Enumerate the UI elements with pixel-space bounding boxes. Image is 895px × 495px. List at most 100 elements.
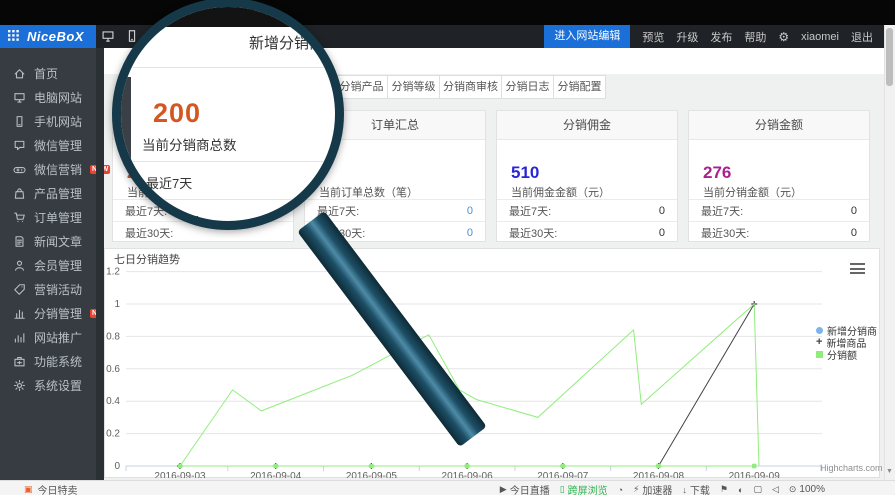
home-icon	[13, 67, 26, 80]
sidebar-item-13[interactable]: 系统设置	[0, 373, 96, 397]
statusbar-right-items: ▶今日直播 ▯跨屏浏览 ◔ ⚡加速器 ↓下载 ⚑ ◐ ▢ ◁ ⊙100%	[500, 482, 825, 495]
sidebar-item-10[interactable]: 分销管理NEW	[0, 301, 96, 325]
tab-2[interactable]: 分销商审核	[439, 75, 502, 99]
lens-magnified-navbar	[112, 7, 344, 27]
sidebar-item-9[interactable]: 营销活动	[0, 277, 96, 301]
product-bag-icon	[13, 187, 26, 200]
card-row-value: 0	[659, 227, 665, 239]
lens-caption: 当前分销商总数	[142, 134, 237, 154]
sidebar-item-8[interactable]: 会员管理	[0, 253, 96, 277]
lens-divider	[133, 199, 344, 200]
legend-item-2[interactable]: 分销额	[816, 347, 857, 362]
tab-4[interactable]: 分销配置	[553, 75, 606, 99]
card-row: 最近7天:0	[497, 199, 677, 221]
chart-context-menu-icon[interactable]	[850, 263, 865, 274]
sidebar-item-2[interactable]: 手机网站	[0, 109, 96, 133]
gamepad-icon	[13, 163, 26, 176]
statusbar-今日直播[interactable]: ▶今日直播	[500, 482, 550, 495]
lens-panel-title: 新增分销商	[249, 32, 324, 53]
statusbar-加速器[interactable]: ⚡加速器	[633, 482, 672, 495]
x-axis-label: 2016-09-06	[442, 471, 494, 478]
sidebar-item-7[interactable]: 新闻文章	[0, 229, 96, 253]
lens-row1-label: 最近7天	[146, 173, 192, 192]
trend-line-chart: 00.20.40.60.811.22016-09-032016-09-04201…	[104, 248, 880, 478]
sidebar-item-6[interactable]: 订单管理	[0, 205, 96, 229]
card-number: 276	[703, 163, 731, 183]
phone-icon	[13, 115, 26, 128]
logo-block[interactable]: NiceBoX	[0, 25, 96, 48]
topbar-link-0[interactable]: 预览	[642, 29, 664, 45]
logo-text: NiceBoX	[27, 29, 84, 44]
navbar-actions: 进入网站编辑预览升级发布帮助 ⚙ xiaomei 退出	[544, 25, 873, 48]
card-row-label: 最近7天:	[701, 203, 743, 219]
page-scrollbar[interactable]	[884, 25, 895, 480]
sidebar-item-3[interactable]: 微信管理	[0, 133, 96, 157]
highcharts-credit[interactable]: Highcharts.com	[820, 463, 878, 473]
sidebar-item-0[interactable]: 首页	[0, 61, 96, 85]
card-caption: 当前分销金额（元）	[703, 184, 802, 200]
card-row-value: 0	[467, 227, 473, 239]
topbar-link-3[interactable]: 帮助	[744, 29, 766, 45]
tab-0[interactable]: 分销产品	[335, 75, 388, 99]
grid-menu-icon[interactable]	[8, 30, 21, 43]
sidebar: 首页电脑网站手机网站微信管理微信营销NEW产品管理订单管理新闻文章会员管理营销活…	[0, 48, 96, 480]
pc-view-icon[interactable]	[101, 29, 115, 48]
statusbar-window[interactable]: ▢	[753, 484, 762, 495]
enter-site-edit-button[interactable]: 进入网站编辑	[544, 25, 630, 48]
card-number: 510	[511, 163, 539, 183]
statusbar-sale-item[interactable]: ▣ 今日特卖	[24, 482, 78, 495]
zoom-magnifier-icon: ⊙	[789, 484, 797, 495]
lens-divider	[133, 161, 344, 162]
statusbar-dashboard[interactable]: ◔	[618, 485, 623, 495]
statusbar-100%[interactable]: ⊙100%	[789, 484, 825, 495]
svg-text:0.6: 0.6	[106, 364, 120, 375]
sidebar-item-11[interactable]: 网站推广	[0, 325, 96, 349]
card-row-label: 最近30天:	[509, 225, 557, 241]
card-row-label: 最近7天:	[509, 203, 551, 219]
statusbar-flag[interactable]: ⚑	[720, 484, 728, 495]
member-person-icon	[13, 259, 26, 272]
scrollbar-thumb[interactable]	[886, 28, 893, 86]
wechat-icon	[13, 139, 26, 152]
x-axis-label: 2016-09-08	[633, 471, 685, 478]
function-case-icon	[13, 355, 26, 368]
promotion-bars-icon	[13, 331, 26, 344]
tab-1[interactable]: 分销等级	[387, 75, 440, 99]
sidebar-edge-column	[96, 48, 104, 480]
x-axis-label: 2016-09-07	[537, 471, 589, 478]
card-caption: 当前佣金金额（元）	[511, 184, 610, 200]
svg-text:0: 0	[114, 461, 120, 472]
logout-button[interactable]: 退出	[851, 29, 873, 45]
app-window: NiceBoX 进入网站编辑预览升级发布帮助 ⚙ xiaomei 退出 首页电脑网站手…	[0, 0, 895, 495]
tab-3[interactable]: 分销日志	[501, 75, 554, 99]
sidebar-item-12[interactable]: 功能系统	[0, 349, 96, 373]
card-row-label: 最近30天:	[125, 225, 173, 241]
statusbar-label: 下载	[690, 482, 710, 495]
lens-big-number: 200	[153, 98, 201, 129]
statusbar-下载[interactable]: ↓下载	[682, 482, 710, 495]
sale-gift-icon: ▣	[24, 484, 33, 495]
sidebar-item-5[interactable]: 产品管理	[0, 181, 96, 205]
username[interactable]: xiaomei	[801, 31, 839, 43]
order-cart-icon	[13, 211, 26, 224]
flag-icon: ⚑	[720, 484, 728, 495]
sidebar-item-4[interactable]: 微信营销NEW	[0, 157, 96, 181]
dashboard-icon: ◔	[618, 485, 623, 495]
lens-divider	[133, 67, 344, 68]
statusbar-跨屏浏览[interactable]: ▯跨屏浏览	[560, 482, 608, 495]
sale-label: 今日特卖	[38, 482, 78, 495]
topbar-link-1[interactable]: 升级	[676, 29, 698, 45]
x-axis-label: 2016-09-09	[729, 471, 781, 478]
statusbar-label: 今日直播	[510, 482, 550, 495]
card-title: 分销金额	[689, 111, 869, 140]
card-row: 最近7天:0	[305, 199, 485, 221]
scrollbar-down-arrow[interactable]: ▼	[886, 468, 893, 475]
statusbar-browser[interactable]: ◐	[738, 485, 743, 495]
x-axis-label: 2016-09-04	[250, 471, 302, 478]
phone-screen-icon: ▯	[560, 484, 565, 495]
topbar-link-2[interactable]: 发布	[710, 29, 732, 45]
sidebar-item-1[interactable]: 电脑网站	[0, 85, 96, 109]
card-row: 最近30天:0	[689, 221, 869, 243]
statusbar-speaker[interactable]: ◁	[772, 484, 779, 495]
gear-icon[interactable]: ⚙	[778, 30, 789, 44]
